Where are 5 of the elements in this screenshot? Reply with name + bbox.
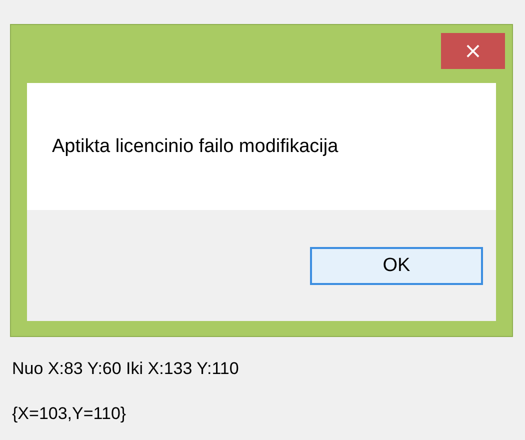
message-text: Aptikta licencinio failo modifikacija — [52, 136, 338, 158]
ok-button[interactable]: OK — [310, 246, 483, 284]
coordinates-label: Nuo X:83 Y:60 Iki X:133 Y:110 — [12, 358, 240, 380]
close-button[interactable]: × — [441, 33, 505, 69]
coordinates-label: {X=103,Y=110} — [12, 403, 128, 425]
